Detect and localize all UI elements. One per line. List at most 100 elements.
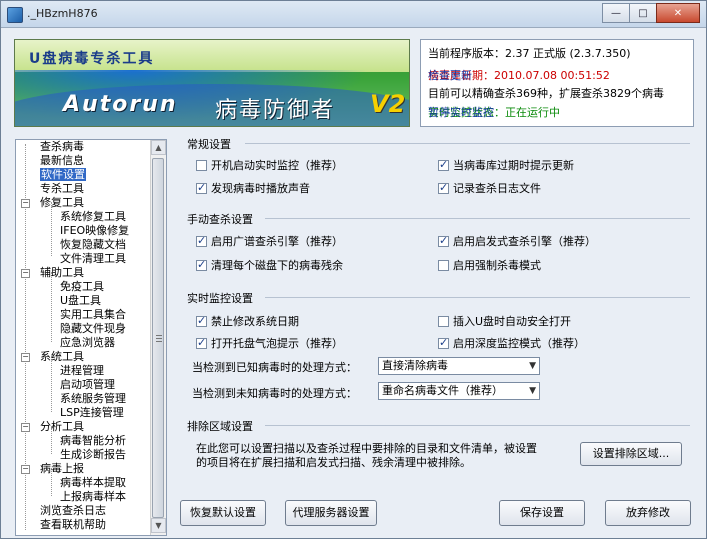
nav-item-virus-report[interactable]: 病毒上报	[40, 462, 84, 475]
tree-line	[51, 272, 52, 342]
chk-update-prompt[interactable]: 当病毒库过期时提示更新	[438, 157, 574, 173]
nav-item-process[interactable]: 进程管理	[60, 364, 104, 377]
scroll-up-icon[interactable]: ▲	[151, 140, 166, 155]
collapse-icon[interactable]: −	[21, 199, 30, 208]
nav-scrollbar[interactable]: ▲ ▼	[150, 140, 166, 535]
nav-item-startup[interactable]: 启动项管理	[60, 378, 115, 391]
nav-item-file-clean[interactable]: 文件清理工具	[60, 252, 126, 265]
nav-item-browser[interactable]: 应急浏览器	[60, 336, 115, 349]
checkbox[interactable]	[438, 259, 449, 271]
nav-item-sample-extract[interactable]: 病毒样本提取	[60, 476, 126, 489]
checkbox[interactable]	[196, 314, 207, 327]
chk-broad-engine[interactable]: 启用广谱查杀引擎（推荐）	[196, 233, 343, 249]
chk-lock-date[interactable]: 禁止修改系统日期	[196, 313, 299, 329]
section-title-general: 常规设置	[187, 138, 231, 151]
checkbox[interactable]	[438, 181, 449, 194]
checkbox[interactable]	[438, 234, 449, 247]
checkbox[interactable]	[196, 336, 207, 349]
scroll-thumb[interactable]	[152, 158, 164, 518]
proxy-settings-button[interactable]: 代理服务器设置	[285, 500, 377, 526]
brand-en: Autorun	[63, 92, 178, 117]
nav-item-news[interactable]: 最新信息	[40, 154, 84, 167]
nav-item-special-tools[interactable]: 专杀工具	[40, 182, 84, 195]
check-update-link[interactable]: 检查更新	[428, 67, 687, 83]
nav-item-settings[interactable]: 软件设置	[40, 168, 86, 181]
collapse-icon[interactable]: −	[21, 465, 30, 474]
checkbox[interactable]	[196, 234, 207, 247]
title-bar[interactable]: ._HBzmH876 — □ ✕	[1, 1, 706, 28]
nav-item-scan[interactable]: 查杀病毒	[40, 140, 84, 153]
collapse-icon[interactable]: −	[21, 423, 30, 432]
chk-heuristic[interactable]: 启用启发式查杀引擎（推荐）	[438, 233, 596, 249]
nav-tree[interactable]: 查杀病毒 最新信息 软件设置 专杀工具 − 修复工具 系统修复工具 IFEO映像…	[15, 139, 167, 536]
nav-item-aux[interactable]: 辅助工具	[40, 266, 84, 279]
nav-item-sample-upload[interactable]: 上报病毒样本	[60, 490, 126, 503]
pause-monitor-link[interactable]: 暂停实时监控	[428, 104, 687, 120]
checkbox[interactable]	[438, 315, 449, 327]
chk-deep-monitor[interactable]: 启用深度监控模式（推荐）	[438, 335, 585, 351]
brand-banner: U盘病毒专杀工具 Autorun 病毒防御者 V2	[14, 39, 410, 127]
nav-item-immune[interactable]: 免疫工具	[60, 280, 104, 293]
chk-clean-residue[interactable]: 清理每个磁盘下的病毒残余	[196, 257, 343, 273]
grip-line	[156, 341, 162, 342]
checkbox[interactable]	[196, 258, 207, 271]
nav-item-ifeo[interactable]: IFEO映像修复	[60, 224, 129, 237]
close-icon[interactable]: ✕	[656, 3, 700, 23]
checkbox[interactable]	[196, 159, 207, 171]
chk-autostart[interactable]: 开机启动实时监控（推荐）	[196, 157, 343, 173]
checkbox[interactable]	[438, 158, 449, 171]
chk-label: 当病毒库过期时提示更新	[453, 159, 574, 172]
known-virus-select[interactable]: 直接清除病毒 ▼	[378, 357, 540, 375]
nav-item-sys-repair[interactable]: 系统修复工具	[60, 210, 126, 223]
chk-force-mode[interactable]: 启用强制杀毒模式	[438, 257, 541, 273]
collapse-icon[interactable]: −	[21, 269, 30, 278]
nav-item-lsp[interactable]: LSP连接管理	[60, 406, 124, 419]
nav-item-report[interactable]: 生成诊断报告	[60, 448, 126, 461]
save-button[interactable]: 保存设置	[499, 500, 585, 526]
nav-item-restore-hidden[interactable]: 恢复隐藏文档	[60, 238, 126, 251]
chk-label: 启用强制杀毒模式	[453, 259, 541, 272]
nav-item-system[interactable]: 系统工具	[40, 350, 84, 363]
chk-log[interactable]: 记录查杀日志文件	[438, 180, 541, 196]
minimize-icon[interactable]: —	[602, 3, 630, 23]
capability-text: 目前可以精确查杀369种，扩展查杀3829个病毒	[428, 87, 664, 100]
checkbox[interactable]	[196, 181, 207, 194]
section-title-manual: 手动查杀设置	[187, 213, 253, 226]
nav-item-repair[interactable]: 修复工具	[40, 196, 84, 209]
chk-label: 开机启动实时监控（推荐）	[211, 159, 343, 172]
chk-label: 清理每个磁盘下的病毒残余	[211, 259, 343, 272]
chk-sound[interactable]: 发现病毒时播放声音	[196, 180, 310, 196]
chk-label: 启用深度监控模式（推荐）	[453, 337, 585, 350]
set-exclude-button[interactable]: 设置排除区域...	[580, 442, 682, 466]
nav-item-log[interactable]: 浏览查杀日志	[40, 504, 106, 517]
exclude-note-1: 在此您可以设置扫描以及查杀过程中要排除的目录和文件清单，被设置	[196, 442, 537, 455]
brand-zh: 病毒防御者	[215, 98, 336, 123]
nav-item-show-hidden[interactable]: 隐藏文件现身	[60, 322, 126, 335]
maximize-icon[interactable]: □	[629, 3, 657, 23]
scroll-down-icon[interactable]: ▼	[151, 518, 166, 533]
chk-usb-safe-open[interactable]: 插入U盘时自动安全打开	[438, 313, 571, 329]
chk-label: 禁止修改系统日期	[211, 315, 299, 328]
nav-item-smart-analysis[interactable]: 病毒智能分析	[60, 434, 126, 447]
nav-item-usb-tools[interactable]: U盘工具	[60, 294, 101, 307]
restore-defaults-button[interactable]: 恢复默认设置	[180, 500, 266, 526]
chk-label: 发现病毒时播放声音	[211, 182, 310, 195]
collapse-icon[interactable]: −	[21, 353, 30, 362]
known-virus-label: 当检测到已知病毒时的处理方式：	[192, 361, 357, 374]
section-title-exclude: 排除区域设置	[187, 420, 253, 433]
nav-item-util[interactable]: 实用工具集合	[60, 308, 126, 321]
nav-item-services[interactable]: 系统服务管理	[60, 392, 126, 405]
app-window: ._HBzmH876 — □ ✕ U盘病毒专杀工具 Autorun 病毒防御者 …	[0, 0, 707, 539]
tree-line	[51, 202, 52, 256]
nav-item-help[interactable]: 查看联机帮助	[40, 518, 106, 531]
tree-line	[51, 356, 52, 412]
unknown-virus-select[interactable]: 重命名病毒文件（推荐） ▼	[378, 382, 540, 400]
chk-label: 启用广谱查杀引擎（推荐）	[211, 235, 343, 248]
nav-item-analysis[interactable]: 分析工具	[40, 420, 84, 433]
window-title: ._HBzmH876	[27, 7, 98, 20]
version-text: 当前程序版本：2.37 正式版 (2.3.7.350)	[428, 47, 631, 60]
chk-tray-bubble[interactable]: 打开托盘气泡提示（推荐）	[196, 335, 343, 351]
checkbox[interactable]	[438, 336, 449, 349]
divider	[265, 425, 690, 426]
discard-button[interactable]: 放弃修改	[605, 500, 691, 526]
